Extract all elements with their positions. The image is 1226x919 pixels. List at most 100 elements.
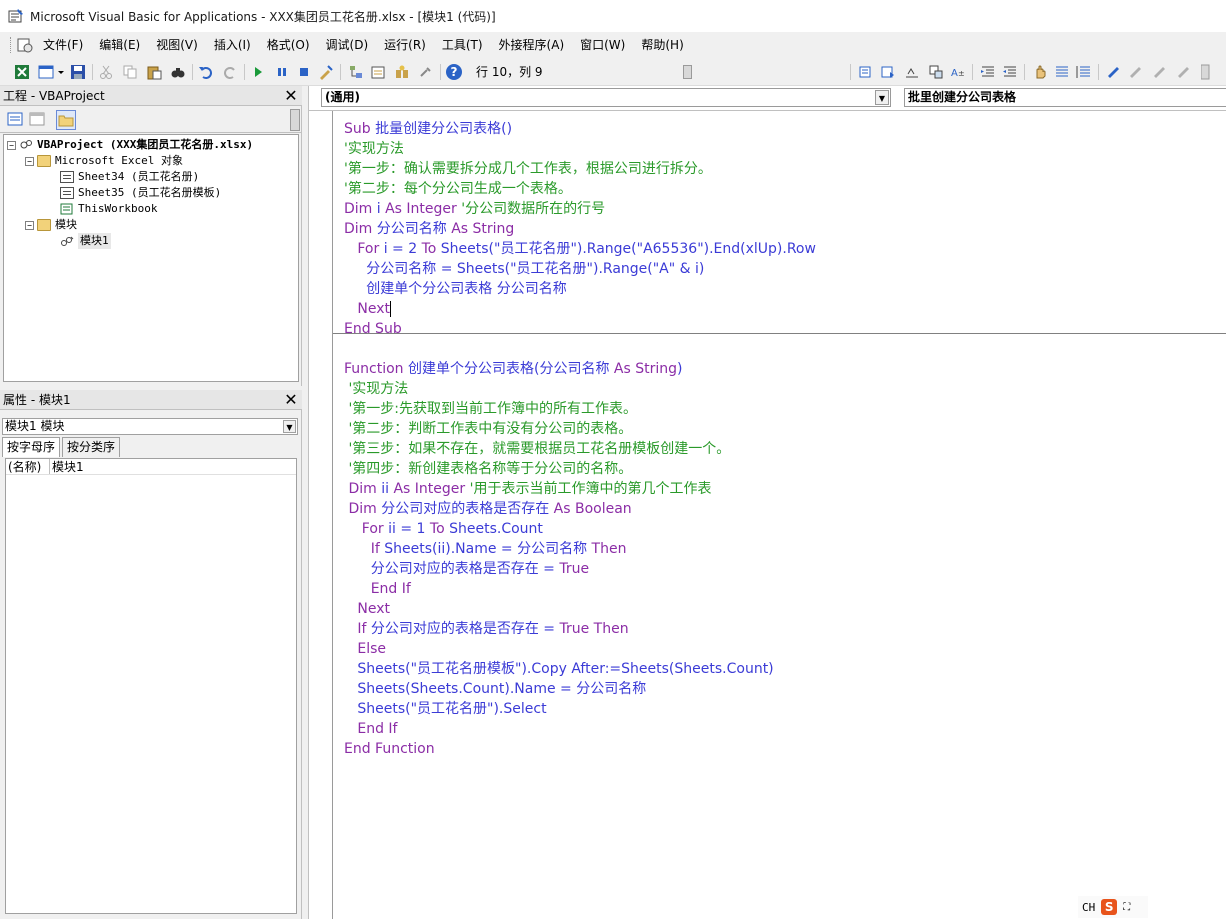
tree-node-module1[interactable]: 模块1: [60, 233, 111, 249]
code-line[interactable]: Dim ii As Integer '用于表示当前工作簿中的第几个工作表: [344, 479, 711, 499]
clear-bookmarks-icon[interactable]: [1174, 62, 1194, 82]
code-line[interactable]: '第一步：确认需要拆分成几个工作表，根据公司进行拆分。: [344, 159, 712, 179]
help-icon[interactable]: ?: [444, 62, 464, 82]
code-line[interactable]: Sheets("员工花名册").Select: [344, 699, 546, 719]
reset-icon[interactable]: [294, 62, 314, 82]
code-line[interactable]: End If: [344, 579, 411, 599]
run-icon[interactable]: [248, 62, 268, 82]
save-icon[interactable]: [68, 62, 88, 82]
code-line[interactable]: '第三步：如果不存在，就需要根据员工花名册模板创建一个。: [344, 439, 730, 459]
insert-userform-icon[interactable]: [36, 62, 56, 82]
comment-block-icon[interactable]: [1052, 62, 1072, 82]
menu-grip[interactable]: [10, 37, 13, 53]
excel-view-icon[interactable]: [17, 37, 33, 53]
menu-edit[interactable]: 编辑(E): [91, 32, 148, 58]
code-line[interactable]: Dim 分公司对应的表格是否存在 As Boolean: [344, 499, 631, 519]
quick-info-icon[interactable]: [902, 62, 922, 82]
close-icon[interactable]: ✕: [282, 391, 300, 409]
view-excel-icon[interactable]: [12, 62, 32, 82]
code-line[interactable]: Sheets("员工花名册模板").Copy After:=Sheets(She…: [344, 659, 773, 679]
tree-node-thisworkbook[interactable]: ThisWorkbook: [60, 201, 157, 217]
toggle-bookmark-icon[interactable]: [1104, 62, 1124, 82]
uncomment-block-icon[interactable]: [1074, 62, 1094, 82]
tree-node-excel-objects[interactable]: − Microsoft Excel 对象: [25, 153, 183, 169]
parameter-info-icon[interactable]: [926, 62, 946, 82]
collapse-icon[interactable]: −: [25, 156, 34, 166]
code-line[interactable]: If 分公司对应的表格是否存在 = True Then: [344, 619, 628, 639]
undo-icon[interactable]: [196, 62, 216, 82]
tree-node-sheet34[interactable]: Sheet34 (员工花名册): [60, 169, 199, 185]
expand-icon[interactable]: ⛶: [1123, 902, 1130, 913]
find-icon[interactable]: [168, 62, 188, 82]
menu-run[interactable]: 运行(R): [376, 32, 434, 58]
code-line[interactable]: End Function: [344, 739, 435, 759]
code-line[interactable]: For i = 2 To Sheets("员工花名册").Range("A655…: [344, 239, 816, 259]
previous-bookmark-icon[interactable]: [1150, 62, 1170, 82]
code-line[interactable]: Sub 批量创建分公司表格(): [344, 119, 512, 139]
insert-dropdown-icon[interactable]: [56, 62, 66, 82]
tree-node-modules[interactable]: − 模块: [25, 217, 77, 233]
code-line[interactable]: '第一步:先获取到当前工作簿中的所有工作表。: [344, 399, 637, 419]
code-line[interactable]: Function 创建单个分公司表格(分公司名称 As String): [344, 359, 683, 379]
complete-word-icon[interactable]: A ±: [948, 62, 968, 82]
toolbar-options-grip[interactable]: [1200, 62, 1210, 82]
design-mode-icon[interactable]: [316, 62, 336, 82]
code-line[interactable]: '第四步：新创建表格名称等于分公司的名称。: [344, 459, 632, 479]
code-line[interactable]: '第二步：判断工作表中有没有分公司的表格。: [344, 419, 632, 439]
ime-language[interactable]: CH: [1082, 901, 1095, 914]
code-line[interactable]: 创建单个分公司表格 分公司名称: [344, 279, 566, 299]
code-line[interactable]: '实现方法: [344, 139, 404, 159]
code-line[interactable]: End If: [344, 719, 397, 739]
close-icon[interactable]: ✕: [282, 87, 300, 105]
sogou-ime-icon[interactable]: S: [1101, 899, 1118, 915]
code-line[interactable]: Next: [344, 299, 391, 319]
code-line[interactable]: Else: [344, 639, 386, 659]
object-combo[interactable]: (通用) ▼: [321, 88, 891, 107]
menu-tools[interactable]: 工具(T): [434, 32, 491, 58]
code-line[interactable]: '实现方法: [344, 379, 408, 399]
code-line[interactable]: End Sub: [344, 319, 402, 339]
chevron-down-icon[interactable]: ▼: [875, 90, 889, 105]
view-object-icon[interactable]: [28, 110, 48, 130]
procedure-combo[interactable]: 批里创建分公司表格: [904, 88, 1226, 107]
outdent-icon[interactable]: [1000, 62, 1020, 82]
paste-icon[interactable]: [144, 62, 164, 82]
redo-icon[interactable]: [220, 62, 240, 82]
toolbox-icon[interactable]: [416, 62, 436, 82]
menu-file[interactable]: 文件(F): [35, 32, 91, 58]
toolbar-options-grip[interactable]: [290, 109, 300, 131]
code-line[interactable]: Dim 分公司名称 As String: [344, 219, 514, 239]
next-bookmark-icon[interactable]: [1126, 62, 1146, 82]
object-selector[interactable]: 模块1 模块 ▼: [2, 418, 298, 435]
code-line[interactable]: 分公司对应的表格是否存在 = True: [344, 559, 589, 579]
toggle-folders-icon[interactable]: [56, 110, 76, 130]
property-row[interactable]: (名称) 模块1: [6, 459, 296, 475]
collapse-icon[interactable]: −: [25, 220, 34, 230]
code-line[interactable]: '第二步：每个分公司生成一个表格。: [344, 179, 572, 199]
menu-view[interactable]: 视图(V): [148, 32, 206, 58]
break-icon[interactable]: [272, 62, 292, 82]
code-line[interactable]: Next: [344, 599, 390, 619]
code-line[interactable]: Sheets(Sheets.Count).Name = 分公司名称: [344, 679, 646, 699]
project-explorer-icon[interactable]: [346, 62, 366, 82]
chevron-down-icon[interactable]: ▼: [283, 420, 296, 433]
tab-alphabetic[interactable]: 按字母序: [2, 437, 61, 457]
toggle-breakpoint-icon[interactable]: [1030, 62, 1050, 82]
list-properties-icon[interactable]: [856, 62, 876, 82]
menu-addins[interactable]: 外接程序(A): [491, 32, 573, 58]
tab-categorized[interactable]: 按分类序: [62, 437, 121, 457]
code-editor[interactable]: Sub 批量创建分公司表格() '实现方法 '第一步：确认需要拆分成几个工作表，根据…: [309, 110, 1226, 919]
collapse-icon[interactable]: −: [7, 140, 16, 150]
margin-indicator-bar[interactable]: [309, 111, 333, 919]
list-constants-icon[interactable]: [878, 62, 898, 82]
menu-help[interactable]: 帮助(H): [633, 32, 691, 58]
menu-format[interactable]: 格式(O): [259, 32, 318, 58]
tree-node-vbaproject[interactable]: − VBAProject (XXX集团员工花名册.xlsx): [7, 137, 253, 153]
indent-icon[interactable]: [978, 62, 998, 82]
menu-debug[interactable]: 调试(D): [318, 32, 377, 58]
properties-window-icon[interactable]: [368, 62, 388, 82]
code-line[interactable]: If Sheets(ii).Name = 分公司名称 Then: [344, 539, 627, 559]
object-browser-icon[interactable]: [392, 62, 412, 82]
toolbar-options-grip[interactable]: [683, 65, 692, 79]
code-line[interactable]: Dim i As Integer '分公司数据所在的行号: [344, 199, 605, 219]
